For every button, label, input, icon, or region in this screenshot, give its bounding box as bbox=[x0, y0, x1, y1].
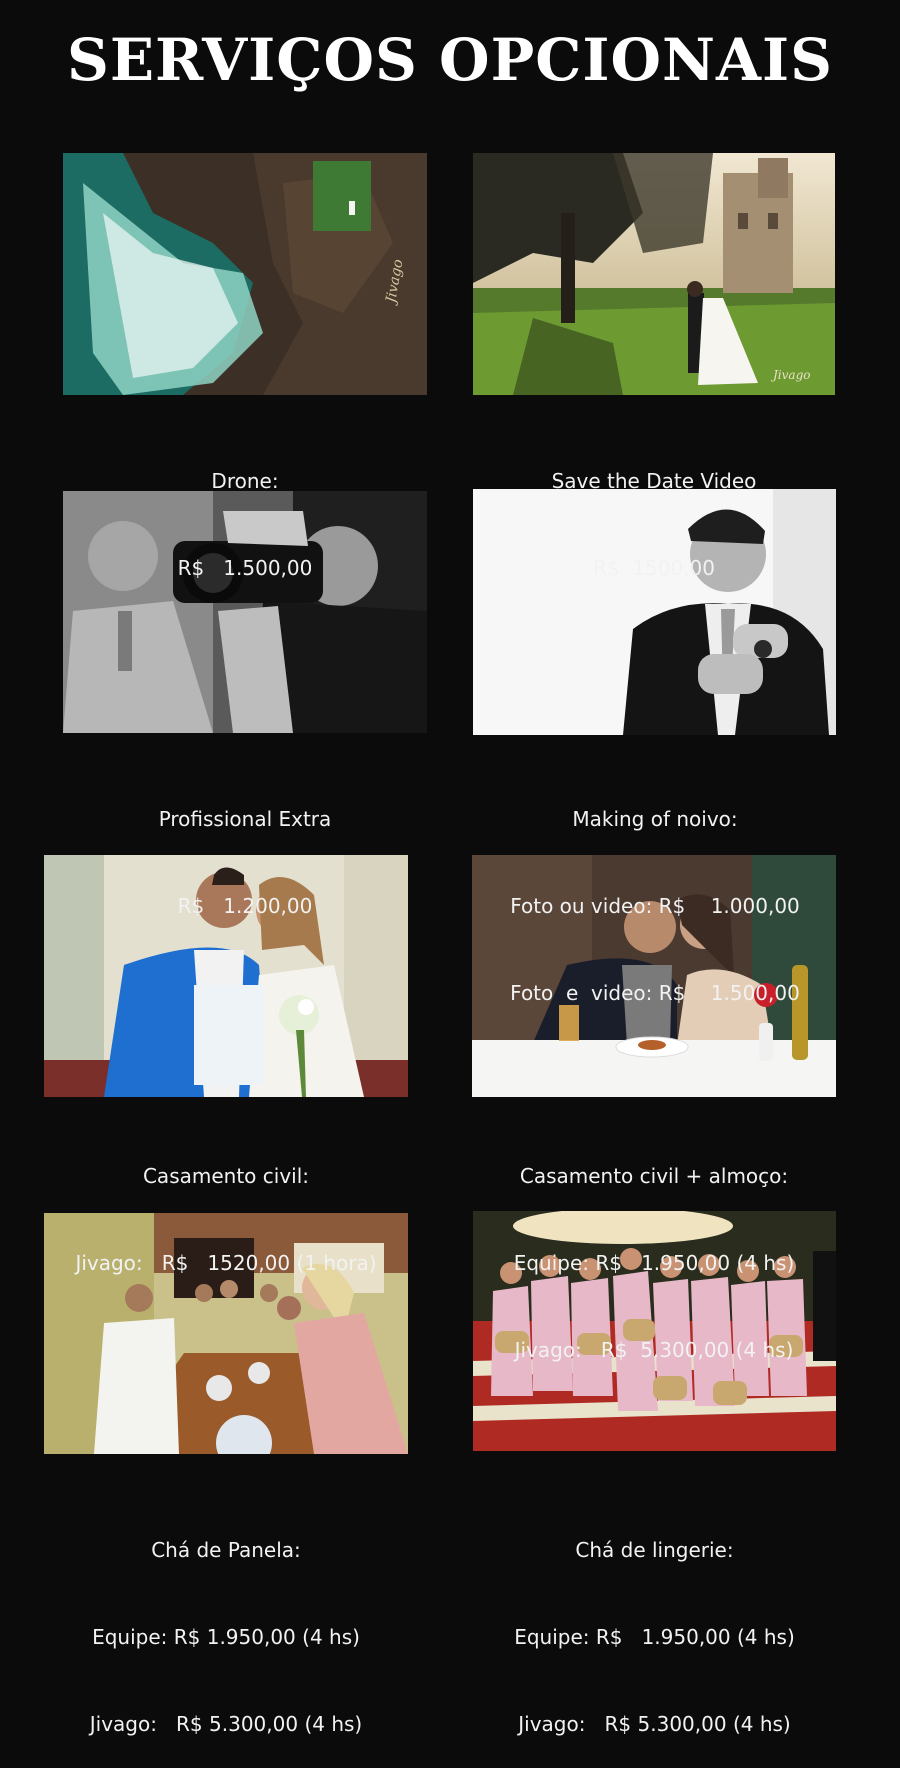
service-name: Drone: bbox=[211, 469, 279, 493]
service-caption-save-the-date: Save the Date Video R$ 1500,00 bbox=[473, 409, 835, 612]
service-price: Jivago: R$ 5.300,00 (4 hs) bbox=[514, 1338, 794, 1362]
service-price: R$ 1.500,00 bbox=[177, 556, 313, 580]
service-caption-profissional-extra: Profissional Extra R$ 1.200,00 bbox=[63, 747, 427, 950]
drone-photo: Jivago bbox=[63, 153, 427, 395]
service-caption-making-of-noivo: Making of noivo: Foto ou video: R$ 1.000… bbox=[473, 747, 837, 1037]
service-caption-drone: Drone: R$ 1.500,00 bbox=[63, 409, 427, 612]
service-caption-casamento-civil: Casamento civil: Jivago: R$ 1520,00 (1 h… bbox=[44, 1104, 408, 1307]
service-caption-cha-de-lingerie: Chá de lingerie: Equipe: R$ 1.950,00 (4 … bbox=[473, 1478, 836, 1768]
service-name: Chá de lingerie: bbox=[575, 1538, 734, 1562]
service-name: Save the Date Video bbox=[551, 469, 757, 493]
service-caption-cha-de-panela: Chá de Panela: Equipe: R$ 1.950,00 (4 hs… bbox=[44, 1478, 408, 1768]
service-name: Profissional Extra bbox=[158, 807, 332, 831]
service-price: R$ 1500,00 bbox=[592, 556, 716, 580]
service-name: Making of noivo: bbox=[572, 807, 738, 831]
service-price: Jivago: R$ 1520,00 (1 hora) bbox=[75, 1251, 377, 1275]
service-price: Equipe: R$ 1.950,00 (4 hs) bbox=[513, 1251, 795, 1275]
save-the-date-photo: Jivago bbox=[473, 153, 835, 395]
service-name: Casamento civil + almoço: bbox=[519, 1164, 789, 1188]
service-price: Equipe: R$ 1.950,00 (4 hs) bbox=[514, 1625, 795, 1649]
service-price: Jivago: R$ 5.300,00 (4 hs) bbox=[518, 1712, 791, 1736]
page-title: SERVIÇOS OPCIONAIS bbox=[66, 26, 834, 94]
watermark-signature: Jivago bbox=[773, 368, 811, 382]
service-caption-casamento-civil-almoco: Casamento civil + almoço: Equipe: R$ 1.9… bbox=[472, 1104, 836, 1394]
service-price: Foto e video: R$ 1.500,00 bbox=[510, 981, 800, 1005]
service-price: R$ 1.200,00 bbox=[177, 894, 313, 918]
service-price: Equipe: R$ 1.950,00 (4 hs) bbox=[92, 1625, 360, 1649]
service-price: Jivago: R$ 5.300,00 (4 hs) bbox=[89, 1712, 363, 1736]
service-name: Casamento civil: bbox=[142, 1164, 310, 1188]
service-name: Chá de Panela: bbox=[151, 1538, 301, 1562]
service-price: Foto ou video: R$ 1.000,00 bbox=[510, 894, 800, 918]
